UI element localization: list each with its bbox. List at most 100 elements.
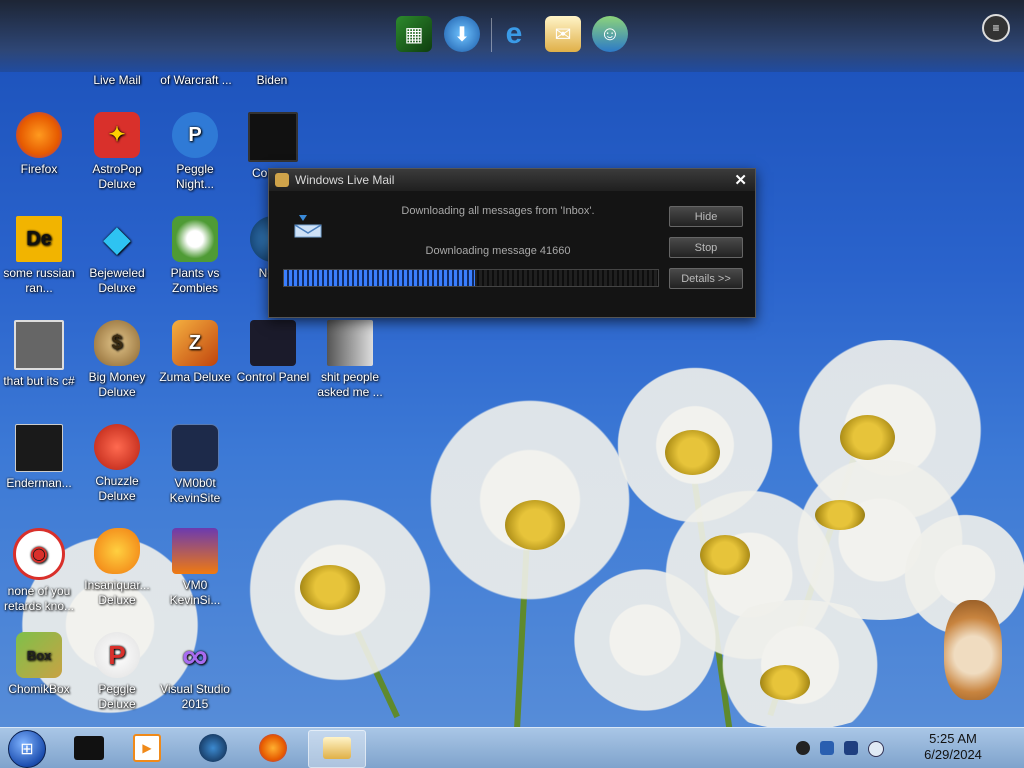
desktop-icon-vm0-kevinsi[interactable]: VM0 KevinSi...	[156, 528, 234, 608]
internet-download-icon[interactable]: ⬇	[444, 16, 480, 52]
daisy-center	[665, 430, 720, 475]
desktop-icon-label: Live Mail	[93, 73, 141, 87]
desktop-icon-live-mail-partial[interactable]: Live Mail	[78, 73, 156, 88]
daisy-center	[760, 665, 810, 700]
desktop-icon-control-panel[interactable]: Control Panel	[234, 320, 312, 385]
red-dino-icon: ◉	[13, 528, 65, 580]
desktop-icon-vm0b0t-kevinsite[interactable]: VM0b0t KevinSite	[156, 424, 234, 506]
desktop-icon-label: Biden	[256, 73, 288, 87]
hamster-desktop-pet[interactable]	[944, 600, 1002, 700]
tray-clock-icon[interactable]	[796, 741, 810, 755]
desktop-icon-label: Insaniquar... Deluxe	[84, 578, 150, 607]
taskbar: ⊞ ▶ 5:25 AM 6/29/2024	[0, 727, 1024, 768]
dialog-title: Windows Live Mail	[295, 173, 395, 187]
taskbar-app-media-player[interactable]: ▶	[130, 732, 164, 764]
clock-time: 5:25 AM	[929, 731, 977, 746]
system-clock[interactable]: 5:25 AM 6/29/2024	[898, 731, 1008, 763]
desktop-icon-chuzzle[interactable]: Chuzzle Deluxe	[78, 424, 156, 504]
tray-monitor-icon[interactable]	[844, 741, 858, 755]
progress-fill	[284, 270, 475, 286]
desktop-icon-label: Chuzzle Deluxe	[95, 474, 139, 503]
internet-explorer-icon[interactable]: e	[496, 16, 532, 52]
desktop-icon-none-of-you[interactable]: ◉ none of you retards kno...	[0, 528, 78, 614]
mail-icon[interactable]: ✉	[545, 16, 581, 52]
monitor-icon	[248, 112, 298, 162]
taskbar-app-globe[interactable]	[196, 732, 230, 764]
desktop-icon-label: Enderman...	[6, 476, 72, 490]
gear-icon[interactable]: ≡	[982, 14, 1010, 42]
daisy-center	[815, 500, 865, 530]
desktop-icon-big-money[interactable]: $ Big Money Deluxe	[78, 320, 156, 400]
desktop-icon-label: Big Money Deluxe	[88, 370, 146, 399]
desktop-icon-that-but-csharp[interactable]: that but its c#	[0, 320, 78, 389]
chuzzle-icon	[94, 424, 140, 470]
plant-icon	[172, 216, 218, 262]
spreadsheet-icon[interactable]: ▦	[396, 16, 432, 52]
tray-network-icon[interactable]	[820, 741, 834, 755]
visual-studio-icon: ∞	[182, 634, 208, 676]
astropop-icon: ✦	[94, 112, 140, 158]
money-bag-icon: $	[94, 320, 140, 366]
desktop-icon-some-russian[interactable]: De some russian ran...	[0, 216, 78, 296]
terminal-icon	[15, 424, 63, 472]
dock-separator	[491, 18, 492, 52]
desktop-icon-biden-partial[interactable]: Biden	[233, 73, 311, 88]
start-button[interactable]: ⊞	[8, 730, 46, 768]
firefox-icon	[16, 112, 62, 158]
desktop-icon-insaniquarium[interactable]: Insaniquar... Deluxe	[78, 528, 156, 608]
desktop-icon-astropop[interactable]: ✦ AstroPop Deluxe	[78, 112, 156, 192]
desktop-icon-label: of Warcraft ...	[160, 73, 232, 87]
firefox-icon	[259, 734, 287, 762]
taskbar-app-firefox[interactable]	[256, 732, 290, 764]
windows-stack-icon	[14, 320, 64, 370]
close-icon[interactable]: ✕	[734, 171, 747, 189]
taskbar-app-live-mail[interactable]	[308, 730, 366, 768]
daisy-center	[700, 535, 750, 575]
desktop-icon-label: none of you retards kno...	[3, 584, 75, 613]
speaker-icon[interactable]	[868, 741, 884, 757]
live-mail-download-dialog: Windows Live Mail ✕ Downloading all mess…	[268, 168, 756, 318]
chomikbox-icon: Box	[16, 632, 62, 678]
desktop-icon-label: some russian ran...	[3, 266, 75, 295]
folder-icon	[327, 320, 373, 366]
desktop-icon-peggle[interactable]: P Peggle Deluxe	[78, 632, 156, 712]
desktop-icon-label: AstroPop Deluxe	[92, 162, 142, 191]
desktop-icon-label: VM0b0t KevinSite	[169, 476, 221, 505]
desktop-icon-label: Zuma Deluxe	[159, 370, 231, 384]
desktop-icon-label: VM0 KevinSi...	[169, 578, 221, 607]
desktop-icon-firefox[interactable]: Firefox	[0, 112, 78, 177]
desktop-icon-warcraft-partial[interactable]: of Warcraft ...	[156, 73, 236, 88]
taskbar-app-terminal[interactable]	[72, 732, 106, 764]
desktop-icon-peggle-nights[interactable]: P Peggle Night...	[156, 112, 234, 192]
desktop-icon-label: shit people asked me ...	[317, 370, 383, 399]
daisy-center	[840, 415, 895, 460]
details-button[interactable]: Details >>	[669, 268, 743, 289]
desktop-icon-shit-people[interactable]: shit people asked me ...	[311, 320, 389, 400]
desktop-icon-enderman[interactable]: Enderman...	[0, 424, 78, 491]
desktop-icon-chomikbox[interactable]: Box ChomikBox	[0, 632, 78, 697]
desktop-icon-visual-studio[interactable]: ∞ Visual Studio 2015	[156, 632, 234, 712]
desktop-icon-zuma[interactable]: Z Zuma Deluxe	[156, 320, 234, 385]
desktop-icon-label: Visual Studio 2015	[160, 682, 230, 711]
media-play-icon: ▶	[133, 734, 161, 762]
vm-icon	[171, 424, 219, 472]
daisy	[560, 560, 730, 720]
contacts-icon[interactable]: ☺	[592, 16, 628, 52]
globe-icon	[199, 734, 227, 762]
download-counter: Downloading message 41660	[425, 245, 571, 257]
desktop-icon-label: Peggle Deluxe	[98, 682, 136, 711]
top-launcher-bar: Live Mail of Warcraft ... Biden ▦ ⬇ e ✉ …	[0, 0, 1024, 87]
terminal-icon	[74, 736, 104, 760]
hide-button[interactable]: Hide	[669, 206, 743, 227]
dialog-titlebar[interactable]: Windows Live Mail ✕	[269, 169, 755, 191]
gem-icon: ◆	[103, 219, 131, 258]
peggle-nights-icon: P	[172, 112, 218, 158]
clock-date: 6/29/2024	[924, 747, 982, 762]
desktop-icon-label: Bejeweled Deluxe	[89, 266, 145, 295]
peggle-icon: P	[94, 632, 140, 678]
download-progress-bar	[283, 269, 659, 287]
desktop-icon-bejeweled[interactable]: ◆ Bejeweled Deluxe	[78, 216, 156, 296]
desktop-icon-plants-vs-zombies[interactable]: Plants vs Zombies	[156, 216, 234, 296]
stop-button[interactable]: Stop	[669, 237, 743, 258]
desktop-icon-label: that but its c#	[3, 374, 75, 388]
